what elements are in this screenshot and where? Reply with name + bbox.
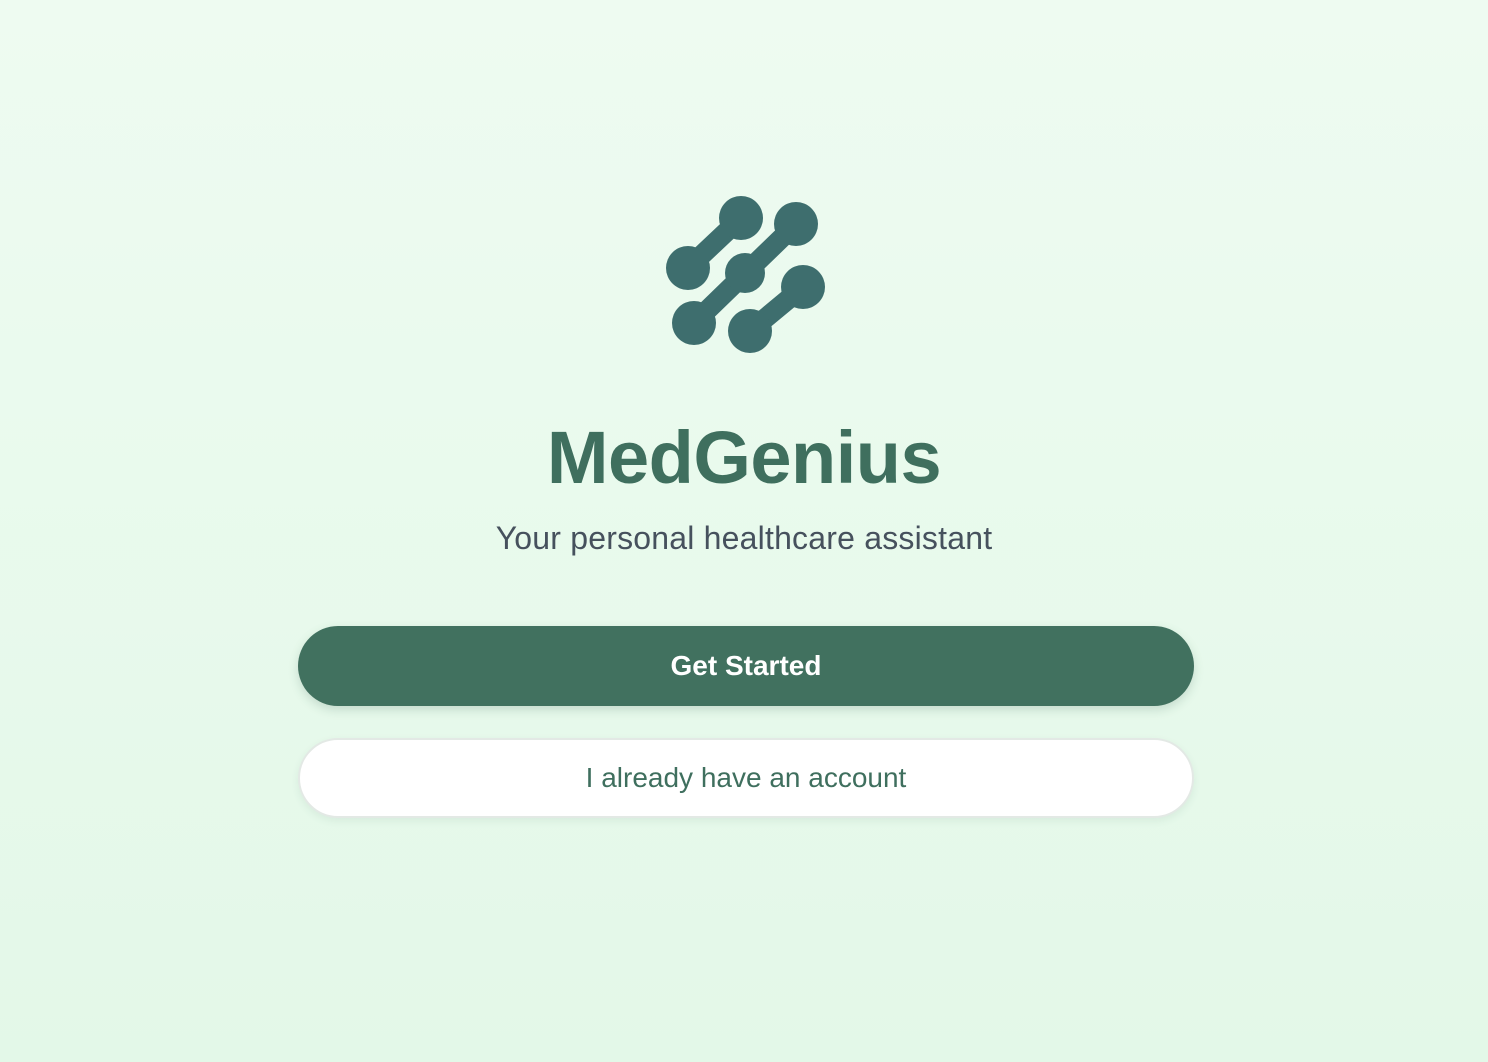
get-started-label: Get Started (670, 650, 822, 681)
get-started-button[interactable]: Get Started (298, 626, 1194, 706)
login-label: I already have an account (585, 762, 907, 793)
app-tagline: Your personal healthcare assistant (495, 520, 993, 556)
login-button[interactable]: I already have an account (298, 738, 1194, 818)
molecule-links-icon (664, 193, 828, 357)
app-title: MedGenius (546, 416, 942, 499)
welcome-screen: MedGenius Your personal healthcare assis… (0, 0, 1488, 1062)
